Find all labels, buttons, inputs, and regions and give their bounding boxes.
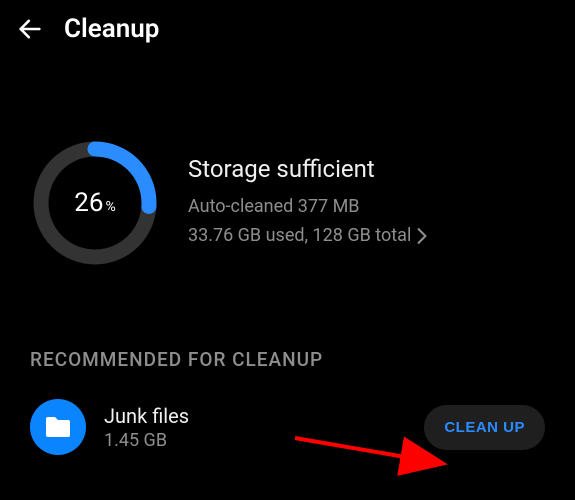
ring-center-label: 26 %	[74, 188, 116, 218]
percent-value: 26	[74, 188, 103, 218]
chevron-right-icon	[417, 228, 427, 244]
storage-ring: 26 %	[30, 138, 160, 268]
junk-files-row[interactable]: Junk files 1.45 GB CLEAN UP	[0, 385, 575, 469]
auto-cleaned-text: Auto-cleaned 377 MB	[188, 193, 545, 222]
storage-summary: 26 % Storage sufficient Auto-cleaned 377…	[0, 58, 575, 308]
recommended-heading: RECOMMENDED FOR CLEANUP	[0, 308, 575, 385]
percent-symbol: %	[105, 199, 115, 215]
item-title: Junk files	[104, 404, 406, 428]
storage-status-title: Storage sufficient	[188, 155, 545, 183]
back-arrow-icon	[16, 15, 44, 43]
folder-glyph-icon	[44, 415, 72, 439]
storage-usage-text: 33.76 GB used, 128 GB total	[188, 222, 411, 251]
back-button[interactable]	[16, 15, 44, 43]
folder-icon	[30, 399, 86, 455]
page-title: Cleanup	[64, 14, 159, 44]
item-size: 1.45 GB	[104, 430, 406, 451]
storage-usage-row[interactable]: 33.76 GB used, 128 GB total	[188, 222, 545, 251]
clean-up-button[interactable]: CLEAN UP	[424, 405, 545, 450]
